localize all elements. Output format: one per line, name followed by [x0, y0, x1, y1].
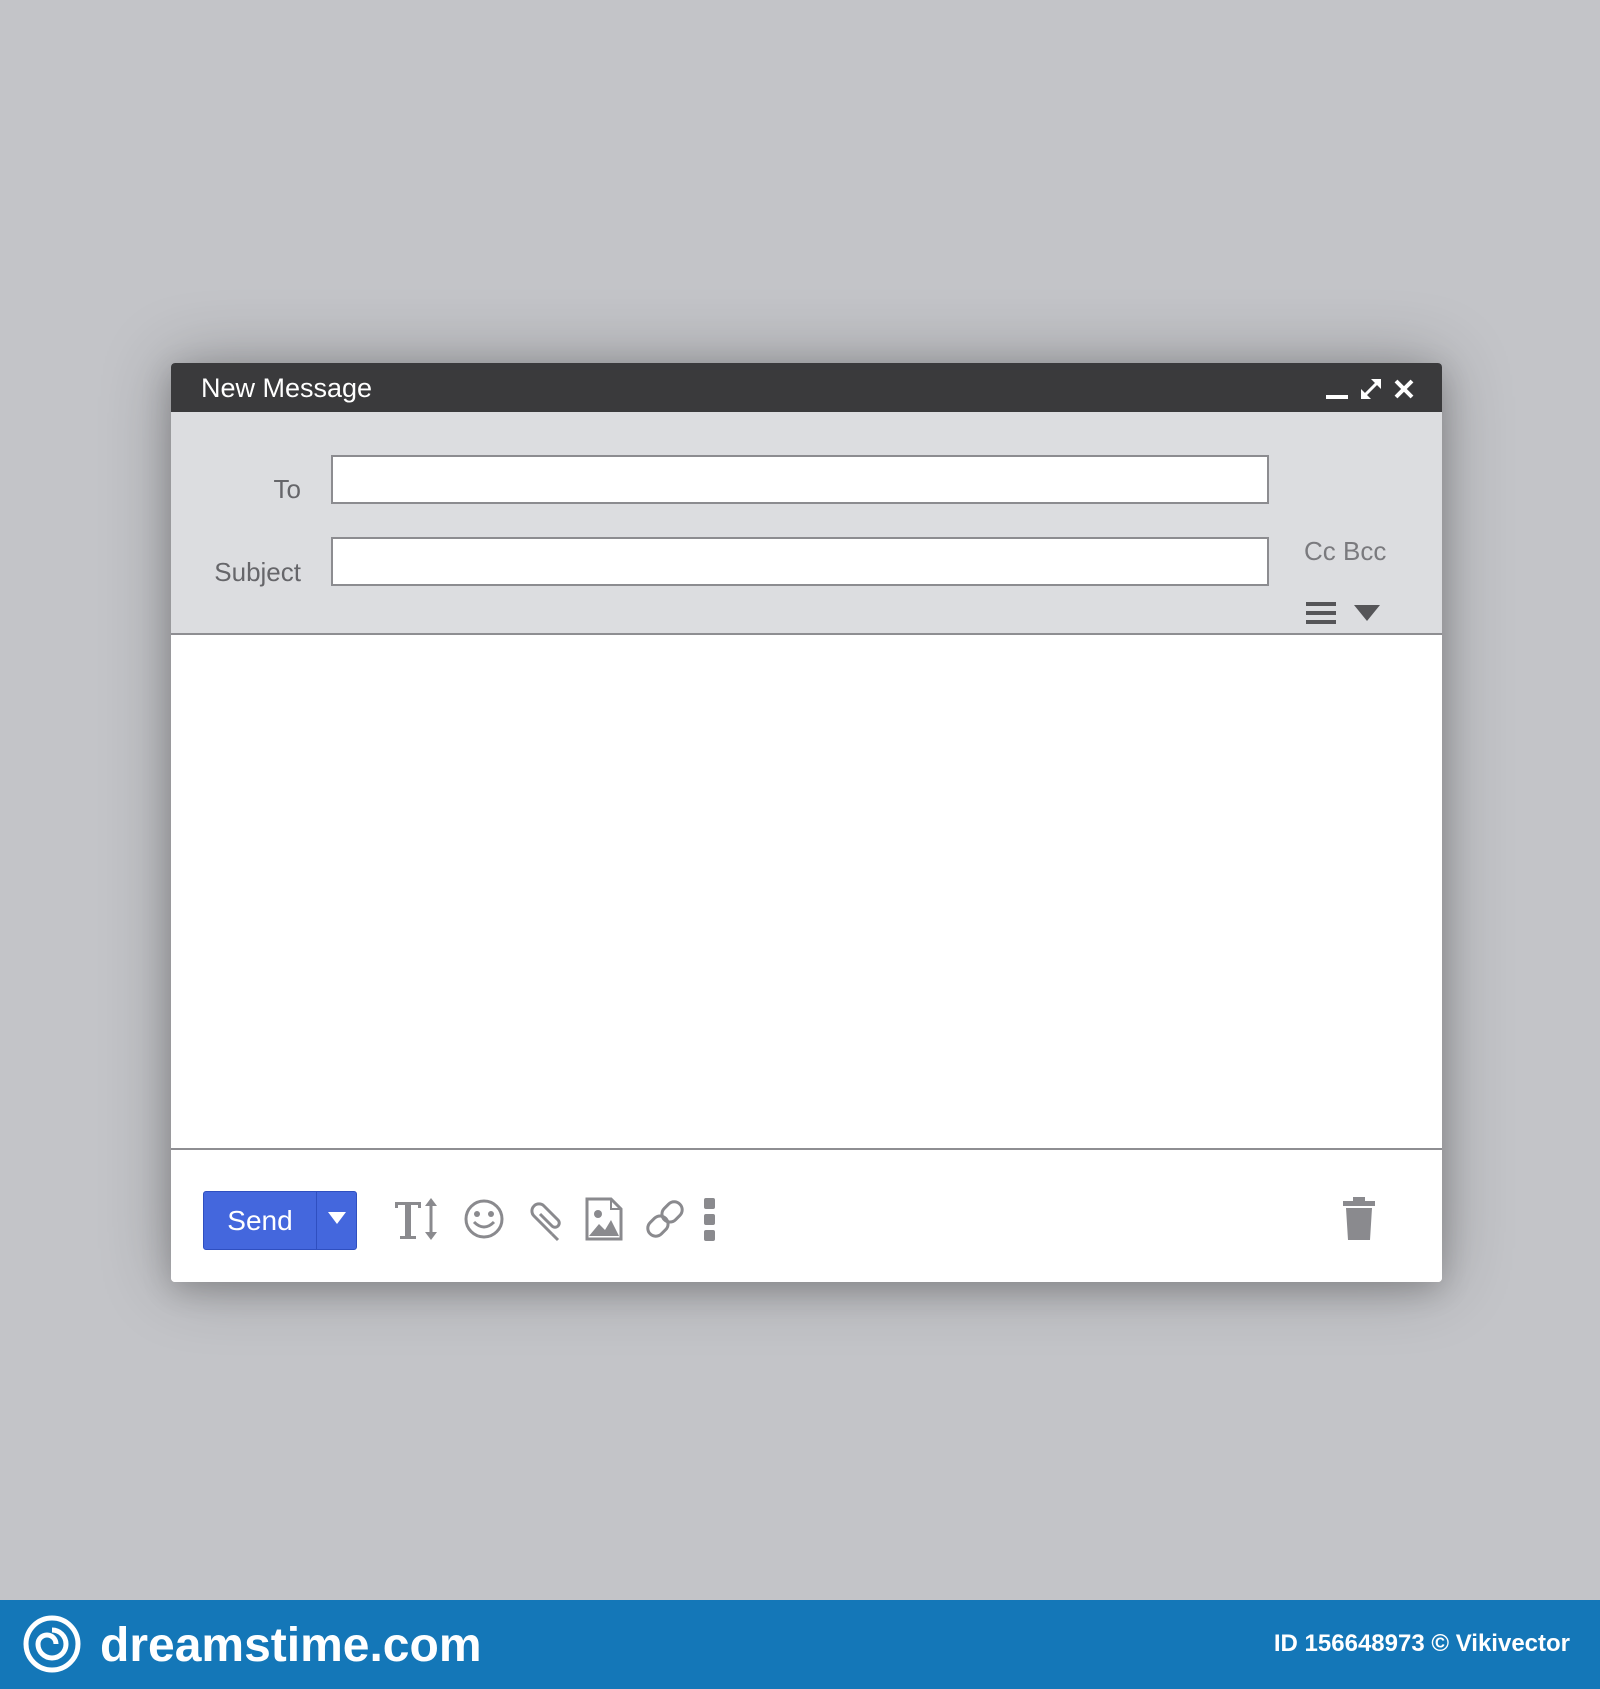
- trash-icon[interactable]: [1341, 1197, 1377, 1246]
- send-options-dropdown[interactable]: [317, 1192, 357, 1249]
- send-button-group: Send: [203, 1191, 357, 1250]
- message-body: [171, 635, 1442, 1150]
- expand-icon[interactable]: [1357, 375, 1385, 403]
- attachment-icon[interactable]: [522, 1194, 566, 1244]
- compose-toolbar: Send: [171, 1150, 1442, 1282]
- spiral-logo-icon: [22, 1614, 82, 1679]
- image-icon[interactable]: [583, 1194, 625, 1244]
- compose-window: New Message To Subject Cc Bcc Send: [171, 363, 1442, 1282]
- more-vertical-icon[interactable]: [703, 1194, 717, 1244]
- window-title: New Message: [201, 373, 373, 403]
- header-fields: To Subject Cc Bcc: [171, 412, 1442, 635]
- subject-label: Subject: [214, 557, 301, 587]
- watermark-bar: dreamstime.com ID 156648973 © Vikivector: [0, 1600, 1600, 1689]
- title-bar: New Message: [171, 363, 1442, 412]
- cc-link[interactable]: Cc: [1304, 536, 1336, 566]
- link-icon[interactable]: [641, 1194, 689, 1244]
- message-body-input[interactable]: [171, 635, 1442, 1148]
- format-options-icon[interactable]: [1306, 600, 1336, 631]
- send-button[interactable]: Send: [204, 1192, 316, 1249]
- text-format-icon[interactable]: [391, 1194, 441, 1244]
- to-label: To: [273, 474, 301, 504]
- bcc-link[interactable]: Bcc: [1343, 536, 1386, 566]
- minimize-icon[interactable]: [1323, 375, 1351, 403]
- subject-input[interactable]: [331, 537, 1269, 586]
- chevron-down-icon[interactable]: [1354, 605, 1380, 628]
- cc-bcc-links: Cc Bcc: [1304, 536, 1386, 567]
- close-icon[interactable]: [1390, 375, 1418, 403]
- watermark-brand: dreamstime.com: [100, 1619, 482, 1672]
- to-input[interactable]: [331, 455, 1269, 504]
- emoji-icon[interactable]: [462, 1194, 506, 1244]
- watermark-credit: ID 156648973 © Vikivector: [1273, 1630, 1570, 1657]
